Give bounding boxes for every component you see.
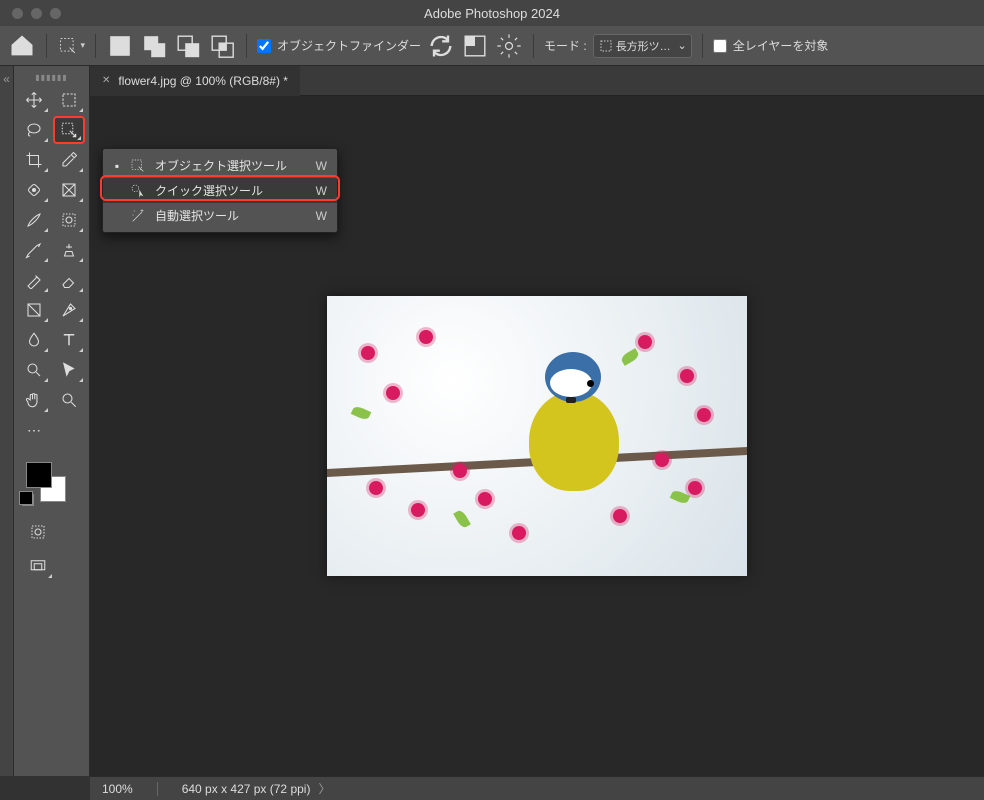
intersect-selection-icon[interactable] xyxy=(208,32,236,60)
blur-tool[interactable] xyxy=(18,326,50,354)
path-select-tool[interactable] xyxy=(53,356,85,384)
dodge-tool[interactable] xyxy=(18,356,50,384)
brush-tool[interactable] xyxy=(18,206,50,234)
object-finder-label: オブジェクトファインダー xyxy=(277,37,421,54)
all-layers-checkbox[interactable]: 全レイヤーを対象 xyxy=(713,37,829,54)
spot-heal-tool[interactable] xyxy=(18,176,50,204)
quick-selection-icon xyxy=(129,183,147,199)
remove-tool[interactable] xyxy=(53,206,85,234)
eyedropper-tool[interactable] xyxy=(53,146,85,174)
move-tool[interactable] xyxy=(18,86,50,114)
mode-label: モード : xyxy=(544,37,587,54)
document-tabs: ✕ flower4.jpg @ 100% (RGB/8#) * xyxy=(90,66,984,96)
add-selection-icon[interactable] xyxy=(140,32,168,60)
toolbox: ▮▮▮▮▮▮ xyxy=(14,66,90,776)
foreground-color-swatch[interactable] xyxy=(26,462,52,488)
minimize-window-button[interactable] xyxy=(31,8,42,19)
flyout-item-label: 自動選択ツール xyxy=(155,207,308,224)
zoom-level[interactable]: 100% xyxy=(102,782,133,796)
object-selection-icon xyxy=(129,158,147,174)
art-history-tool[interactable] xyxy=(18,236,50,264)
refresh-button[interactable] xyxy=(427,32,455,60)
separator xyxy=(533,34,534,58)
zoom-tool[interactable] xyxy=(53,386,85,414)
toolbox-grip[interactable]: ▮▮▮▮▮▮ xyxy=(18,72,85,82)
close-tab-icon[interactable]: ✕ xyxy=(102,75,110,86)
separator xyxy=(157,782,158,796)
chevron-down-icon: ⌄ xyxy=(677,39,686,52)
default-colors-button[interactable] xyxy=(22,494,34,506)
magic-wand-icon xyxy=(129,208,147,224)
separator xyxy=(246,34,247,58)
flyout-item-object-selection[interactable]: ▪ オブジェクト選択ツール W xyxy=(103,153,337,178)
tool-preset-picker[interactable]: ▾ xyxy=(57,32,85,60)
subtract-selection-icon[interactable] xyxy=(174,32,202,60)
flyout-item-shortcut: W xyxy=(316,184,327,198)
separator xyxy=(95,34,96,58)
flyout-item-quick-selection[interactable]: クイック選択ツール W xyxy=(103,178,337,203)
all-layers-check[interactable] xyxy=(713,39,727,53)
flyout-item-magic-wand[interactable]: 自動選択ツール W xyxy=(103,203,337,228)
eraser-tool[interactable] xyxy=(53,266,85,294)
document-dimensions[interactable]: 640 px x 427 px (72 ppi) xyxy=(182,782,311,796)
lasso-tool[interactable] xyxy=(18,116,50,144)
flyout-item-shortcut: W xyxy=(316,159,327,173)
chevron-right-icon[interactable]: 〉 xyxy=(318,780,330,797)
mode-select[interactable]: 長方形ツ… ⌄ xyxy=(593,34,692,58)
overlay-options-button[interactable] xyxy=(461,32,489,60)
title-bar: Adobe Photoshop 2024 xyxy=(0,0,984,26)
mode-value: 長方形ツ… xyxy=(616,38,671,54)
type-tool[interactable] xyxy=(53,326,85,354)
home-button[interactable] xyxy=(8,32,36,60)
all-layers-label: 全レイヤーを対象 xyxy=(733,37,829,54)
flyout-item-label: クイック選択ツール xyxy=(155,182,308,199)
marquee-tool[interactable] xyxy=(53,86,85,114)
clone-stamp-tool[interactable] xyxy=(53,236,85,264)
flyout-item-shortcut: W xyxy=(316,209,327,223)
new-selection-icon[interactable] xyxy=(106,32,134,60)
status-bar: 100% 640 px x 427 px (72 ppi) 〉 xyxy=(90,776,984,800)
options-bar: ▾ オブジェクトファインダー モード : 長方形ツ… ⌄ 全レイヤーを対象 xyxy=(0,26,984,66)
pen-tool[interactable] xyxy=(53,296,85,324)
app-title: Adobe Photoshop 2024 xyxy=(0,6,984,21)
close-window-button[interactable] xyxy=(12,8,23,19)
panel-collapse-handle[interactable]: « xyxy=(0,66,14,776)
chevron-down-icon: ▾ xyxy=(80,40,85,51)
object-finder-checkbox[interactable]: オブジェクトファインダー xyxy=(257,37,421,54)
object-selection-tool[interactable] xyxy=(53,116,85,144)
object-finder-check[interactable] xyxy=(257,39,271,53)
separator xyxy=(702,34,703,58)
crop-tool[interactable] xyxy=(18,146,50,174)
document-tab[interactable]: ✕ flower4.jpg @ 100% (RGB/8#) * xyxy=(90,66,300,96)
current-tool-bullet: ▪ xyxy=(113,159,121,173)
tool-flyout-menu: ▪ オブジェクト選択ツール W クイック選択ツール W 自動選択ツール W xyxy=(102,148,338,233)
gear-icon[interactable] xyxy=(495,32,523,60)
separator xyxy=(46,34,47,58)
gradient-tool[interactable] xyxy=(18,296,50,324)
window-controls[interactable] xyxy=(0,8,61,19)
zoom-window-button[interactable] xyxy=(50,8,61,19)
history-brush-tool[interactable] xyxy=(18,266,50,294)
color-swatches[interactable] xyxy=(18,462,85,512)
flyout-item-label: オブジェクト選択ツール xyxy=(155,157,308,174)
edit-toolbar-button[interactable] xyxy=(18,416,50,444)
dots-icon xyxy=(27,422,41,439)
document-tab-title: flower4.jpg @ 100% (RGB/8#) * xyxy=(118,74,288,88)
frame-tool[interactable] xyxy=(53,176,85,204)
hand-tool[interactable] xyxy=(18,386,50,414)
screen-mode-button[interactable] xyxy=(22,552,54,580)
quick-mask-button[interactable] xyxy=(22,518,54,546)
canvas[interactable] xyxy=(327,296,747,576)
